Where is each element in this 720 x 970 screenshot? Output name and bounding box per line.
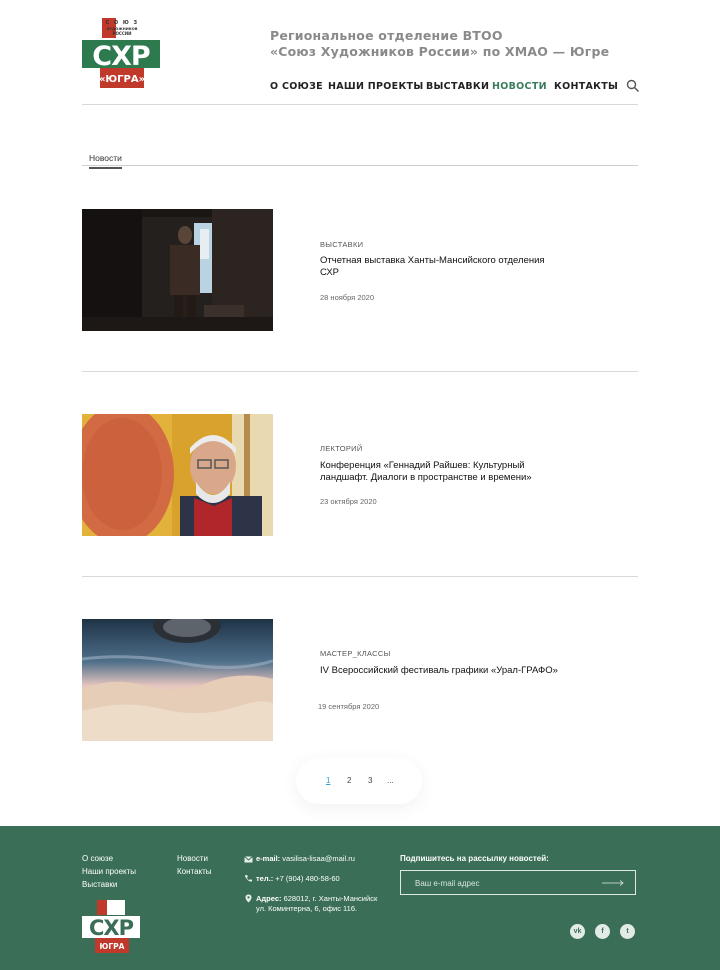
- footer-logo[interactable]: СХР ЮГРА: [82, 900, 142, 954]
- footer-phone: тел.: +7 (904) 480-58-60: [256, 874, 340, 884]
- main-nav: О СОЮЗЕ НАШИ ПРОЕКТЫ ВЫСТАВКИ НОВОСТИ КО…: [0, 81, 720, 95]
- arrow-right-icon[interactable]: [601, 878, 625, 888]
- mail-icon: [244, 856, 253, 863]
- news-title[interactable]: IV Всероссийский фестиваль графики «Урал…: [320, 665, 560, 677]
- news-title[interactable]: Конференция «Геннадий Райшев: Культурный…: [320, 460, 560, 484]
- subscribe-email-input[interactable]: [415, 877, 585, 889]
- news-category[interactable]: МАСТЕР_КЛАССЫ: [320, 649, 391, 658]
- email-label: e-mail:: [256, 854, 281, 863]
- org-title-line2: «Союз Художников России» по ХМАО — Югре: [270, 44, 610, 59]
- news-title[interactable]: Отчетная выставка Ханты-Мансийского отде…: [320, 255, 560, 279]
- site-logo[interactable]: С О Ю З ХУДОЖНИКОВ РОССИИ СХР «ЮГРА»: [82, 18, 162, 90]
- news-divider: [82, 371, 638, 372]
- news-date: 19 сентября 2020: [318, 702, 380, 711]
- news-date: 28 ноября 2020: [320, 293, 375, 302]
- email-value[interactable]: vasilisa-lisaa@mail.ru: [282, 854, 355, 863]
- address-line1: 628012, г. Ханты-Мансийск: [283, 894, 378, 903]
- page-2[interactable]: 2: [347, 776, 351, 785]
- search-icon[interactable]: [626, 79, 640, 93]
- footer-email: e-mail: vasilisa-lisaa@mail.ru: [256, 854, 355, 864]
- svg-text:ЮГРА: ЮГРА: [100, 942, 125, 951]
- news-divider: [82, 576, 638, 577]
- footer-link-news[interactable]: Новости: [177, 854, 208, 863]
- footer-link-contacts[interactable]: Контакты: [177, 867, 212, 876]
- svg-text:СХР: СХР: [92, 41, 150, 72]
- footer: О союзе Наши проекты Выставки Новости Ко…: [0, 826, 720, 970]
- news-image[interactable]: [82, 209, 273, 331]
- svg-text:РОССИИ: РОССИИ: [113, 31, 132, 36]
- news-category[interactable]: ЛЕКТОРИЙ: [320, 444, 363, 453]
- phone-icon: [245, 875, 252, 882]
- breadcrumb-news[interactable]: Новости: [89, 153, 122, 169]
- news-item: МАСТЕР_КЛАССЫ IV Всероссийский фестиваль…: [82, 619, 638, 741]
- nav-projects[interactable]: НАШИ ПРОЕКТЫ: [328, 81, 423, 92]
- nav-contacts[interactable]: КОНТАКТЫ: [554, 81, 618, 92]
- svg-text:С О Ю З: С О Ю З: [105, 20, 138, 26]
- nav-about[interactable]: О СОЮЗЕ: [270, 81, 323, 92]
- subscribe-form: [400, 870, 636, 895]
- news-image[interactable]: [82, 414, 273, 536]
- address-label: Адрес:: [256, 894, 282, 903]
- footer-address: Адрес: 628012, г. Ханты-Мансийск ул. Ком…: [256, 894, 377, 914]
- footer-link-exhibitions[interactable]: Выставки: [82, 880, 117, 889]
- breadcrumb-divider: [82, 165, 638, 166]
- facebook-icon[interactable]: f: [595, 924, 610, 939]
- org-title-line1: Региональное отделение ВТОО: [270, 28, 503, 43]
- subscribe-title: Подпишитесь на рассылку новостей:: [400, 854, 549, 863]
- nav-news[interactable]: НОВОСТИ: [492, 81, 547, 92]
- news-date: 23 октября 2020: [320, 497, 377, 506]
- news-item: ЛЕКТОРИЙ Конференция «Геннадий Райшев: К…: [82, 414, 638, 536]
- address-line2: ул. Коминтерна, 6, офис 116.: [256, 904, 358, 913]
- page-1[interactable]: 1: [326, 776, 330, 785]
- twitter-icon[interactable]: t: [620, 924, 635, 939]
- phone-value[interactable]: +7 (904) 480-58-60: [275, 874, 339, 883]
- page-3[interactable]: 3: [368, 776, 372, 785]
- header-divider: [82, 104, 638, 105]
- location-pin-icon: [245, 894, 252, 903]
- page-more[interactable]: ...: [387, 776, 394, 785]
- pagination: 1 2 3 ...: [296, 758, 422, 804]
- phone-label: тел.:: [256, 874, 274, 883]
- news-category[interactable]: ВЫСТАВКИ: [320, 240, 363, 249]
- org-title: Региональное отделение ВТОО «Союз Художн…: [270, 28, 609, 60]
- news-image[interactable]: [82, 619, 273, 741]
- footer-link-about[interactable]: О союзе: [82, 854, 113, 863]
- news-item: ВЫСТАВКИ Отчетная выставка Ханты-Мансийс…: [82, 209, 638, 331]
- svg-text:СХР: СХР: [89, 916, 134, 940]
- footer-link-projects[interactable]: Наши проекты: [82, 867, 136, 876]
- nav-exhibitions[interactable]: ВЫСТАВКИ: [426, 81, 489, 92]
- vk-icon[interactable]: vk: [570, 924, 585, 939]
